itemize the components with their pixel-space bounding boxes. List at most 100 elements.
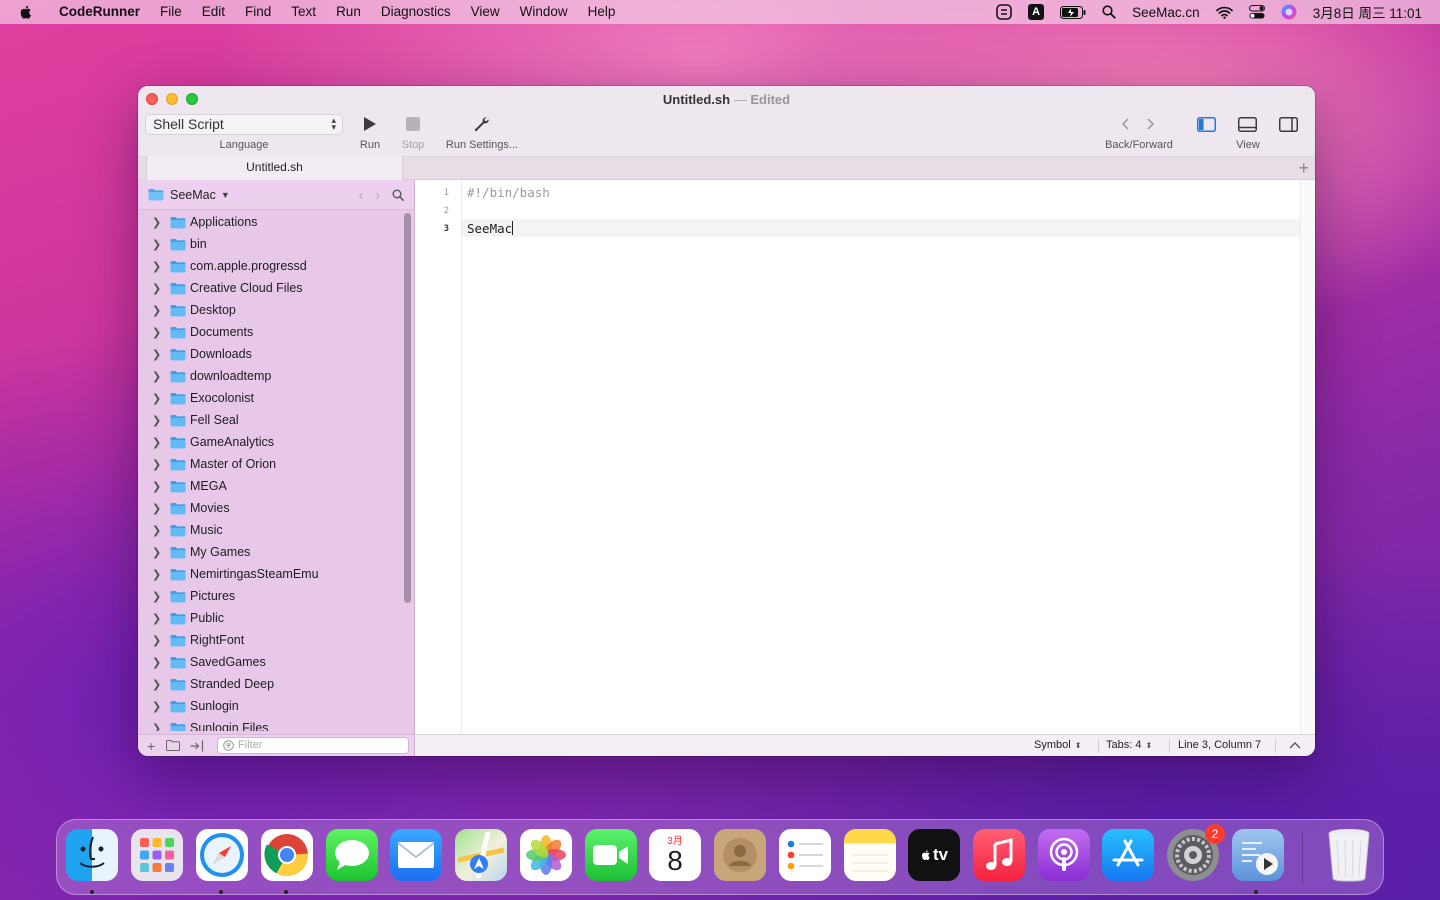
sidebar-folder-row[interactable]: ❯ downloadtemp bbox=[138, 365, 402, 387]
sidebar-folder-row[interactable]: ❯ Master of Orion bbox=[138, 453, 402, 475]
run-button-label[interactable]: Run bbox=[350, 139, 390, 151]
toggle-bottom-panel-icon[interactable] bbox=[1238, 117, 1257, 132]
disclosure-chevron-icon[interactable]: ❯ bbox=[152, 722, 163, 732]
sidebar-folder-row[interactable]: ❯ Sunlogin bbox=[138, 695, 402, 717]
dock-notes[interactable] bbox=[844, 829, 896, 881]
disclosure-chevron-icon[interactable]: ❯ bbox=[152, 348, 163, 361]
run-play-icon[interactable] bbox=[363, 116, 377, 132]
sidebar-back-chevron-icon[interactable]: ‹ bbox=[359, 187, 364, 203]
menu-window[interactable]: Window bbox=[510, 0, 578, 24]
sidebar-folder-row[interactable]: ❯ bin bbox=[138, 233, 402, 255]
wifi-icon[interactable] bbox=[1215, 6, 1233, 19]
current-folder-name[interactable]: SeeMac bbox=[170, 188, 216, 202]
disclosure-chevron-icon[interactable]: ❯ bbox=[152, 700, 163, 713]
disclosure-chevron-icon[interactable]: ❯ bbox=[152, 282, 163, 295]
disclosure-chevron-icon[interactable]: ❯ bbox=[152, 458, 163, 471]
tabs-popup[interactable]: Tabs: 4 ⬍ bbox=[1106, 739, 1152, 751]
sidebar-folder-row[interactable]: ❯ Documents bbox=[138, 321, 402, 343]
disclosure-chevron-icon[interactable]: ❯ bbox=[152, 678, 163, 691]
new-tab-plus-icon[interactable]: + bbox=[1298, 157, 1309, 179]
menu-diagnostics[interactable]: Diagnostics bbox=[371, 0, 461, 24]
dock-finder[interactable] bbox=[66, 829, 118, 881]
menu-run[interactable]: Run bbox=[326, 0, 371, 24]
dock-podcasts[interactable] bbox=[1038, 829, 1090, 881]
disclosure-chevron-icon[interactable]: ❯ bbox=[152, 612, 163, 625]
sidebar-folder-row[interactable]: ❯ GameAnalytics bbox=[138, 431, 402, 453]
sidebar-search-icon[interactable] bbox=[392, 189, 404, 201]
sidebar-folder-row[interactable]: ❯ Sunlogin Files bbox=[138, 717, 402, 731]
spotlight-search-icon[interactable] bbox=[1102, 5, 1116, 19]
sidebar-folder-row[interactable]: ❯ Music bbox=[138, 519, 402, 541]
dock-launchpad[interactable] bbox=[131, 829, 183, 881]
stop-button-label[interactable]: Stop bbox=[393, 139, 433, 151]
menu-file[interactable]: File bbox=[150, 0, 192, 24]
disclosure-chevron-icon[interactable]: ❯ bbox=[152, 568, 163, 581]
battery-icon[interactable] bbox=[1060, 5, 1086, 19]
dock-photos[interactable] bbox=[520, 829, 572, 881]
dock-maps[interactable] bbox=[455, 829, 507, 881]
disclosure-chevron-icon[interactable]: ❯ bbox=[152, 436, 163, 449]
sidebar-folder-row[interactable]: ❯ My Games bbox=[138, 541, 402, 563]
menu-view[interactable]: View bbox=[461, 0, 510, 24]
sidebar-folder-row[interactable]: ❯ Downloads bbox=[138, 343, 402, 365]
code-line-1[interactable]: #!/bin/bash bbox=[467, 185, 550, 200]
code-editor[interactable]: 1 2 3 #!/bin/bash SeeMac bbox=[415, 180, 1315, 734]
disclosure-chevron-icon[interactable]: ❯ bbox=[152, 502, 163, 515]
disclosure-chevron-icon[interactable]: ❯ bbox=[152, 414, 163, 427]
code-line-3[interactable]: SeeMac bbox=[467, 221, 514, 236]
editor-scrollbar[interactable] bbox=[1300, 180, 1315, 734]
dock-contacts[interactable] bbox=[714, 829, 766, 881]
disclosure-chevron-icon[interactable]: ❯ bbox=[152, 326, 163, 339]
menu-find[interactable]: Find bbox=[235, 0, 281, 24]
disclosure-chevron-icon[interactable]: ❯ bbox=[152, 480, 163, 493]
back-chevron-icon[interactable] bbox=[1120, 118, 1130, 130]
dock-mail[interactable] bbox=[390, 829, 442, 881]
dock-system-preferences[interactable]: 2 bbox=[1167, 824, 1225, 881]
sidebar-folder-row[interactable]: ❯ Pictures bbox=[138, 585, 402, 607]
disclosure-chevron-icon[interactable]: ❯ bbox=[152, 392, 163, 405]
apple-menu-icon[interactable] bbox=[18, 4, 34, 20]
dock-messages[interactable] bbox=[326, 829, 378, 881]
disclosure-chevron-icon[interactable]: ❯ bbox=[152, 634, 163, 647]
dock-facetime[interactable] bbox=[585, 829, 637, 881]
sidebar-folder-row[interactable]: ❯ Applications bbox=[138, 211, 402, 233]
expand-console-chevron-icon[interactable] bbox=[1289, 741, 1301, 749]
language-select[interactable]: Shell Script ▴ ▾ bbox=[145, 114, 343, 135]
run-settings-label[interactable]: Run Settings... bbox=[440, 139, 524, 151]
control-center-icon[interactable] bbox=[1248, 5, 1265, 19]
input-method-icon[interactable]: A bbox=[1028, 4, 1045, 20]
disclosure-chevron-icon[interactable]: ❯ bbox=[152, 546, 163, 559]
dock-app-store[interactable] bbox=[1102, 829, 1154, 881]
stop-icon[interactable] bbox=[406, 117, 420, 131]
forward-chevron-icon[interactable] bbox=[1146, 118, 1156, 130]
sidebar-folder-row[interactable]: ❯ SavedGames bbox=[138, 651, 402, 673]
menu-app-name[interactable]: CodeRunner bbox=[49, 0, 150, 24]
add-file-plus-icon[interactable]: + bbox=[147, 738, 155, 754]
dock-chrome[interactable] bbox=[261, 829, 313, 881]
dock-coderunner[interactable] bbox=[1232, 829, 1284, 881]
dock-reminders[interactable] bbox=[779, 829, 831, 881]
dock-calendar[interactable]: 3月 8 bbox=[649, 829, 701, 881]
sidebar-forward-chevron-icon[interactable]: › bbox=[375, 187, 380, 203]
disclosure-chevron-icon[interactable]: ❯ bbox=[152, 590, 163, 603]
menu-clock[interactable]: 3月8日 周三 11:01 bbox=[1313, 2, 1422, 22]
sidebar-folder-row[interactable]: ❯ Creative Cloud Files bbox=[138, 277, 402, 299]
menu-help[interactable]: Help bbox=[578, 0, 626, 24]
sidebar-filter-input[interactable]: Filter bbox=[217, 737, 409, 754]
sidebar-folder-row[interactable]: ❯ Fell Seal bbox=[138, 409, 402, 431]
disclosure-chevron-icon[interactable]: ❯ bbox=[152, 304, 163, 317]
wrench-icon[interactable] bbox=[474, 116, 490, 132]
disclosure-chevron-icon[interactable]: ❯ bbox=[152, 370, 163, 383]
sidebar-folder-row[interactable]: ❯ Public bbox=[138, 607, 402, 629]
dock-trash[interactable] bbox=[1323, 829, 1375, 882]
toggle-left-sidebar-icon[interactable] bbox=[1197, 117, 1216, 132]
tab-untitled-sh[interactable]: Untitled.sh bbox=[146, 156, 403, 180]
sidebar-folder-row[interactable]: ❯ RightFont bbox=[138, 629, 402, 651]
dock-safari[interactable] bbox=[196, 829, 248, 881]
dock-music[interactable] bbox=[973, 829, 1025, 881]
dock-apple-tv[interactable]: tv bbox=[908, 829, 960, 881]
menu-text[interactable]: Text bbox=[281, 0, 326, 24]
sidebar-scrollbar-thumb[interactable] bbox=[404, 213, 411, 603]
reveal-file-icon[interactable] bbox=[190, 740, 204, 752]
sidebar-folder-row[interactable]: ❯ Desktop bbox=[138, 299, 402, 321]
